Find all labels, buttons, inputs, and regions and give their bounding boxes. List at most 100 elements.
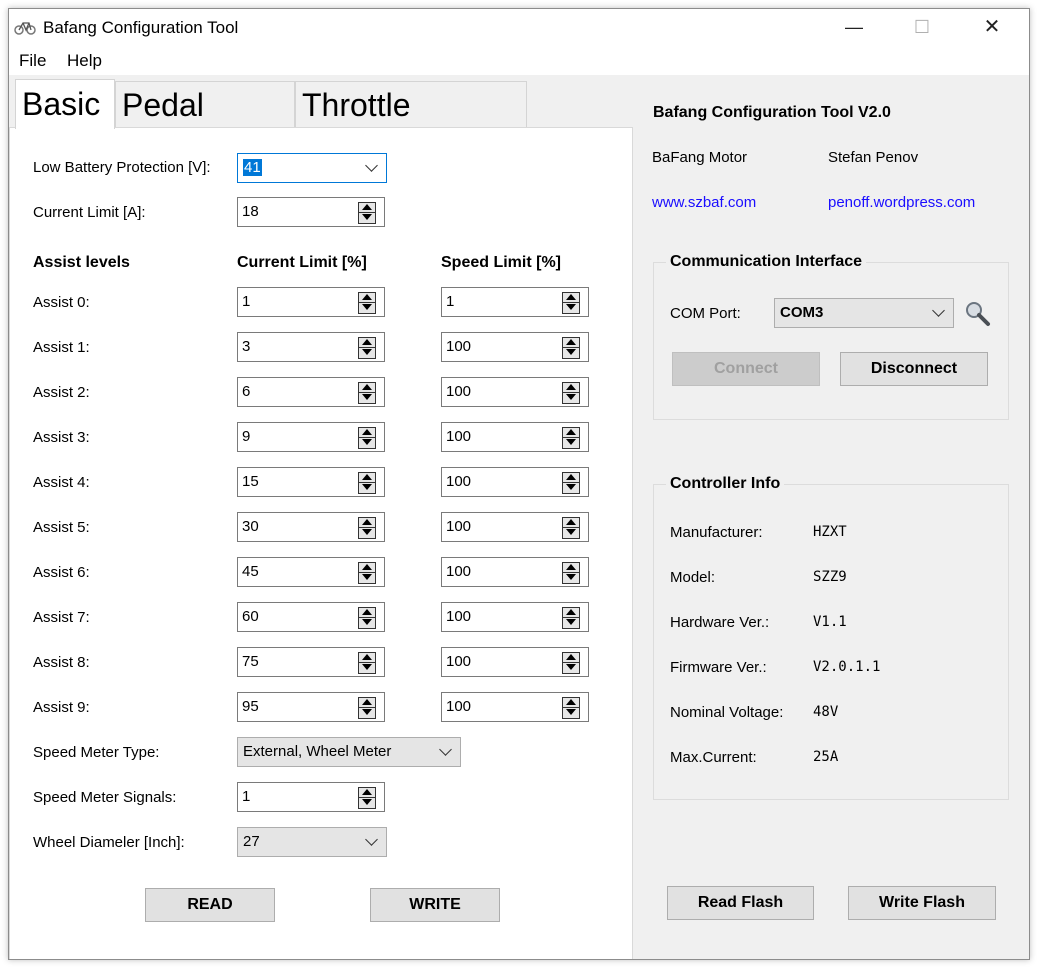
tab-basic[interactable]: Basic [15, 79, 115, 129]
assist-speed-limit-spinner[interactable]: 100 [441, 647, 589, 677]
com-port-select[interactable]: COM3 [774, 298, 954, 328]
assist-speed-limit-spinner-value: 100 [446, 653, 472, 670]
assist-level-label: Assist 1: [33, 339, 90, 356]
write-button[interactable]: WRITE [370, 888, 500, 922]
spinner-arrows-icon[interactable] [358, 472, 376, 494]
speed-meter-type-select[interactable]: External, Wheel Meter [237, 737, 461, 767]
controller-info-value: 25A [813, 749, 839, 765]
controller-info-title: Controller Info [666, 475, 785, 493]
communication-interface-group [653, 262, 1009, 420]
speed-meter-type-value: External, Wheel Meter [243, 743, 392, 760]
close-button[interactable]: ✕ [969, 9, 1015, 47]
spinner-arrows-icon[interactable] [562, 697, 580, 719]
spinner-arrows-icon[interactable] [358, 382, 376, 404]
spinner-arrows-icon[interactable] [562, 517, 580, 539]
author-stefan: Stefan Penov [828, 149, 919, 166]
assist-speed-limit-spinner[interactable]: 100 [441, 512, 589, 542]
assist-speed-limit-spinner[interactable]: 100 [441, 602, 589, 632]
spinner-arrows-icon[interactable] [358, 517, 376, 539]
assist-speed-limit-spinner-value: 100 [446, 338, 472, 355]
assist-current-limit-spinner[interactable]: 1 [237, 287, 385, 317]
tab-throttle-handle[interactable]: Throttle Handle [295, 81, 527, 169]
low-battery-select[interactable]: 41 [237, 153, 387, 183]
penoff-website-link[interactable]: penoff.wordpress.com [828, 194, 975, 211]
assist-speed-limit-spinner-value: 100 [446, 383, 472, 400]
wheel-diameter-select[interactable]: 27 [237, 827, 387, 857]
spinner-arrows-icon[interactable] [358, 697, 376, 719]
maximize-button[interactable]: ☐ [899, 9, 945, 47]
assist-current-limit-spinner-value: 45 [242, 563, 259, 580]
read-flash-button[interactable]: Read Flash [667, 886, 814, 920]
spinner-arrows-icon[interactable] [562, 382, 580, 404]
assist-speed-limit-spinner-value: 100 [446, 563, 472, 580]
assist-speed-limit-spinner[interactable]: 100 [441, 467, 589, 497]
assist-speed-limit-spinner[interactable]: 100 [441, 557, 589, 587]
assist-current-limit-spinner-value: 3 [242, 338, 251, 355]
connect-button[interactable]: Connect [672, 352, 820, 386]
spinner-arrows-icon[interactable] [562, 472, 580, 494]
spinner-arrows-icon[interactable] [358, 607, 376, 629]
chevron-down-icon [932, 304, 945, 317]
assist-level-label: Assist 9: [33, 699, 90, 716]
spinner-arrows-icon[interactable] [358, 427, 376, 449]
basic-tab-panel: Low Battery Protection [V]: 41 Current L… [9, 127, 633, 959]
current-limit-label: Current Limit [A]: [33, 204, 146, 221]
bafang-website-link[interactable]: www.szbaf.com [652, 194, 756, 211]
assist-speed-limit-spinner[interactable]: 100 [441, 422, 589, 452]
assist-current-limit-spinner[interactable]: 45 [237, 557, 385, 587]
about-title: Bafang Configuration Tool V2.0 [653, 104, 891, 121]
spinner-arrows-icon[interactable] [358, 562, 376, 584]
menu-help[interactable]: Help [67, 51, 102, 71]
read-button[interactable]: READ [145, 888, 275, 922]
bicycle-icon [14, 22, 36, 35]
controller-info-value: 48V [813, 704, 839, 720]
controller-info-label: Max.Current: [670, 749, 757, 766]
author-bafang: BaFang Motor [652, 149, 748, 166]
spinner-arrows-icon[interactable] [358, 787, 376, 809]
spinner-arrows-icon[interactable] [562, 292, 580, 314]
spinner-arrows-icon[interactable] [562, 562, 580, 584]
spinner-arrows-icon[interactable] [358, 652, 376, 674]
assist-speed-limit-spinner-value: 100 [446, 473, 472, 490]
assist-speed-limit-spinner[interactable]: 100 [441, 332, 589, 362]
assist-level-label: Assist 7: [33, 609, 90, 626]
com-port-label: COM Port: [670, 305, 741, 322]
disconnect-button[interactable]: Disconnect [840, 352, 988, 386]
assist-current-limit-spinner[interactable]: 30 [237, 512, 385, 542]
spinner-arrows-icon[interactable] [358, 337, 376, 359]
spinner-arrows-icon[interactable] [358, 292, 376, 314]
low-battery-value: 41 [243, 159, 262, 176]
assist-current-limit-spinner[interactable]: 15 [237, 467, 385, 497]
assist-current-limit-spinner[interactable]: 95 [237, 692, 385, 722]
communication-interface-title: Communication Interface [666, 253, 867, 271]
assist-current-limit-spinner[interactable]: 9 [237, 422, 385, 452]
assist-current-limit-spinner[interactable]: 75 [237, 647, 385, 677]
spinner-arrows-icon[interactable] [562, 427, 580, 449]
controller-info-label: Firmware Ver.: [670, 659, 767, 676]
assist-current-limit-spinner[interactable]: 60 [237, 602, 385, 632]
assist-current-limit-spinner[interactable]: 3 [237, 332, 385, 362]
spinner-arrows-icon[interactable] [562, 607, 580, 629]
wheel-diameter-label: Wheel Diameler [Inch]: [33, 834, 185, 851]
assist-level-label: Assist 2: [33, 384, 90, 401]
assist-current-limit-spinner-value: 6 [242, 383, 251, 400]
assist-current-limit-spinner[interactable]: 6 [237, 377, 385, 407]
current-limit-spinner[interactable]: 18 [237, 197, 385, 227]
assist-current-limit-spinner-value: 95 [242, 698, 259, 715]
controller-info-label: Model: [670, 569, 716, 586]
search-ports-icon[interactable] [963, 299, 991, 327]
write-flash-button[interactable]: Write Flash [848, 886, 996, 920]
controller-info-label: Hardware Ver.: [670, 614, 770, 631]
spinner-arrows-icon[interactable] [562, 652, 580, 674]
assist-speed-limit-spinner[interactable]: 100 [441, 692, 589, 722]
speed-meter-signals-spinner[interactable]: 1 [237, 782, 385, 812]
spinner-arrows-icon[interactable] [562, 337, 580, 359]
assist-speed-limit-spinner[interactable]: 100 [441, 377, 589, 407]
menu-file[interactable]: File [19, 51, 46, 71]
controller-info-label: Nominal Voltage: [670, 704, 784, 721]
assist-speed-limit-spinner[interactable]: 1 [441, 287, 589, 317]
minimize-button[interactable]: — [831, 9, 877, 47]
tab-pedal-assist[interactable]: Pedal Assist [115, 81, 295, 169]
speed-meter-signals-value: 1 [242, 788, 251, 805]
spinner-arrows-icon[interactable] [358, 202, 376, 224]
